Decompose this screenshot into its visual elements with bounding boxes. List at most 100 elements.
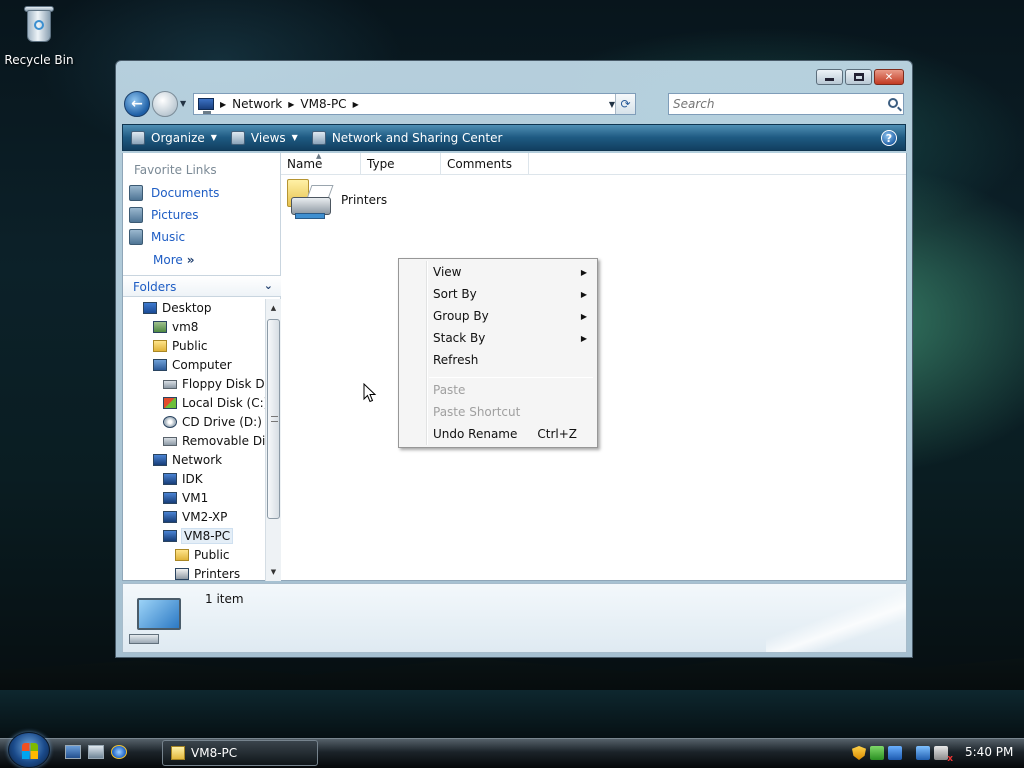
column-header-comments[interactable]: Comments <box>441 153 529 175</box>
maximize-button[interactable] <box>845 69 872 85</box>
folders-header[interactable]: Folders ⌄ <box>123 275 281 297</box>
menu-item-label: Sort By <box>433 287 477 301</box>
favorite-link-label: Music <box>151 230 186 244</box>
network-icon <box>153 454 167 466</box>
close-button[interactable]: ✕ <box>874 69 904 85</box>
menu-item-view[interactable]: View ▶ <box>401 261 595 283</box>
search-input[interactable] <box>673 97 873 111</box>
tree-item-network[interactable]: Network <box>153 453 222 467</box>
refresh-button[interactable]: ⟳ <box>615 94 635 114</box>
tree-item-label: CD Drive (D:) <box>182 415 262 429</box>
menu-item-stack-by[interactable]: Stack By ▶ <box>401 327 595 349</box>
submenu-arrow-icon: ▶ <box>580 267 587 277</box>
column-headers: ▲ Name Type Comments <box>281 152 906 175</box>
tree-item-label: VM2-XP <box>182 510 228 524</box>
network-computer-icon <box>163 530 177 542</box>
menu-item-group-by[interactable]: Group By ▶ <box>401 305 595 327</box>
chevron-down-icon: ▼ <box>210 133 217 142</box>
caption-buttons: ✕ <box>816 69 904 85</box>
grip-icon <box>271 416 278 422</box>
column-header-name[interactable]: ▲ Name <box>281 152 361 175</box>
tree-item-vm2-xp[interactable]: VM2-XP <box>163 510 227 524</box>
computer-icon <box>153 359 167 371</box>
breadcrumb-chevron-icon[interactable]: ▶ <box>288 100 294 109</box>
menu-item-paste: Paste <box>401 379 595 401</box>
more-links-button[interactable]: More » <box>153 253 195 267</box>
desktop-icon <box>143 302 157 314</box>
tree-item-vm8[interactable]: vm8 <box>153 320 198 334</box>
close-icon: ✕ <box>884 71 894 83</box>
tray-network-icon[interactable] <box>888 746 902 760</box>
shared-folder-icon <box>175 549 189 561</box>
menu-item-undo-rename[interactable]: Undo Rename Ctrl+Z <box>401 423 595 445</box>
tree-item-public-share[interactable]: Public <box>175 548 230 562</box>
scroll-thumb[interactable] <box>267 319 280 519</box>
favorite-link-music[interactable]: Music <box>129 229 185 245</box>
scroll-down-icon[interactable]: ▼ <box>266 565 281 579</box>
volume-muted-icon[interactable] <box>934 746 953 764</box>
favorite-link-documents[interactable]: Documents <box>129 185 219 201</box>
tree-item-computer[interactable]: Computer <box>153 358 232 372</box>
menu-item-paste-shortcut: Paste Shortcut <box>401 401 595 423</box>
menu-item-label: Paste Shortcut <box>433 405 521 419</box>
search-icon[interactable] <box>888 98 898 108</box>
menu-item-label: Refresh <box>433 353 479 367</box>
address-bar[interactable]: ▶ Network ▶ VM8-PC ▶ ▼ ⟳ <box>193 93 636 115</box>
decorative-swoosh <box>766 584 906 652</box>
tree-item-local-disk[interactable]: Local Disk (C:) <box>163 396 265 410</box>
minimize-button[interactable] <box>816 69 843 85</box>
favorite-link-pictures[interactable]: Pictures <box>129 207 199 223</box>
breadcrumb-vm8-pc[interactable]: VM8-PC <box>300 97 346 111</box>
menu-item-refresh[interactable]: Refresh <box>401 349 595 371</box>
security-shield-icon[interactable] <box>852 746 866 760</box>
tree-item-floppy[interactable]: Floppy Disk Dr <box>163 377 265 391</box>
network-computer-icon <box>163 511 177 523</box>
tree-item-cd-drive[interactable]: CD Drive (D:) <box>163 415 262 429</box>
column-header-type[interactable]: Type <box>361 153 441 175</box>
help-icon[interactable]: ? <box>881 130 897 146</box>
tree-item-desktop[interactable]: Desktop <box>143 301 212 315</box>
network-status-icon[interactable] <box>916 746 930 760</box>
refresh-icon: ⟳ <box>620 97 631 111</box>
tree-item-label: VM1 <box>182 491 209 505</box>
tree-item-printers[interactable]: Printers <box>175 567 240 581</box>
internet-explorer-icon[interactable] <box>111 745 127 759</box>
recent-pages-dropdown-icon[interactable]: ▼ <box>180 99 186 108</box>
scroll-up-icon[interactable]: ▲ <box>266 301 281 315</box>
menu-item-label: Stack By <box>433 331 486 345</box>
menu-item-sort-by[interactable]: Sort By ▶ <box>401 283 595 305</box>
forward-button[interactable] <box>152 91 178 117</box>
tree-item-idk[interactable]: IDK <box>163 472 203 486</box>
views-button[interactable]: Views ▼ <box>230 130 298 145</box>
organize-button[interactable]: Organize ▼ <box>131 130 217 145</box>
show-desktop-icon[interactable] <box>65 745 81 759</box>
favorite-link-label: Documents <box>151 186 220 200</box>
tree-item-removable[interactable]: Removable Dis <box>163 434 265 448</box>
breadcrumb-network[interactable]: Network <box>232 97 282 111</box>
switch-windows-icon[interactable] <box>88 745 104 759</box>
network-sharing-center-button[interactable]: Network and Sharing Center <box>311 130 502 145</box>
breadcrumb-chevron-icon[interactable]: ▶ <box>353 100 359 109</box>
search-box <box>668 93 904 115</box>
taskbar-button-vm8-pc[interactable]: VM8-PC <box>162 740 318 766</box>
tree-item-vm8-pc[interactable]: VM8-PC <box>163 528 234 544</box>
breadcrumb-chevron-icon[interactable]: ▶ <box>220 100 226 109</box>
organize-icon <box>131 130 145 145</box>
tree-item-public[interactable]: Public <box>153 339 208 353</box>
tree-scrollbar[interactable]: ▲ ▼ <box>265 299 281 581</box>
taskbar-clock[interactable]: 5:40 PM <box>965 745 1013 759</box>
network-computer-icon <box>163 473 177 485</box>
recycle-bin[interactable]: Recycle Bin <box>4 2 74 67</box>
back-button[interactable]: ← <box>124 91 150 117</box>
file-item-printers[interactable]: Printers <box>287 179 387 221</box>
details-pane: 1 item <box>122 583 907 653</box>
tree-item-vm1[interactable]: VM1 <box>163 491 208 505</box>
pictures-icon <box>129 207 143 223</box>
network-computer-large-icon <box>129 596 185 646</box>
start-button[interactable] <box>8 732 50 768</box>
menu-item-label: Group By <box>433 309 489 323</box>
music-icon <box>129 229 143 245</box>
menu-item-label: View <box>433 265 462 279</box>
tray-app-icon[interactable] <box>870 746 884 760</box>
minimize-icon <box>825 78 834 81</box>
